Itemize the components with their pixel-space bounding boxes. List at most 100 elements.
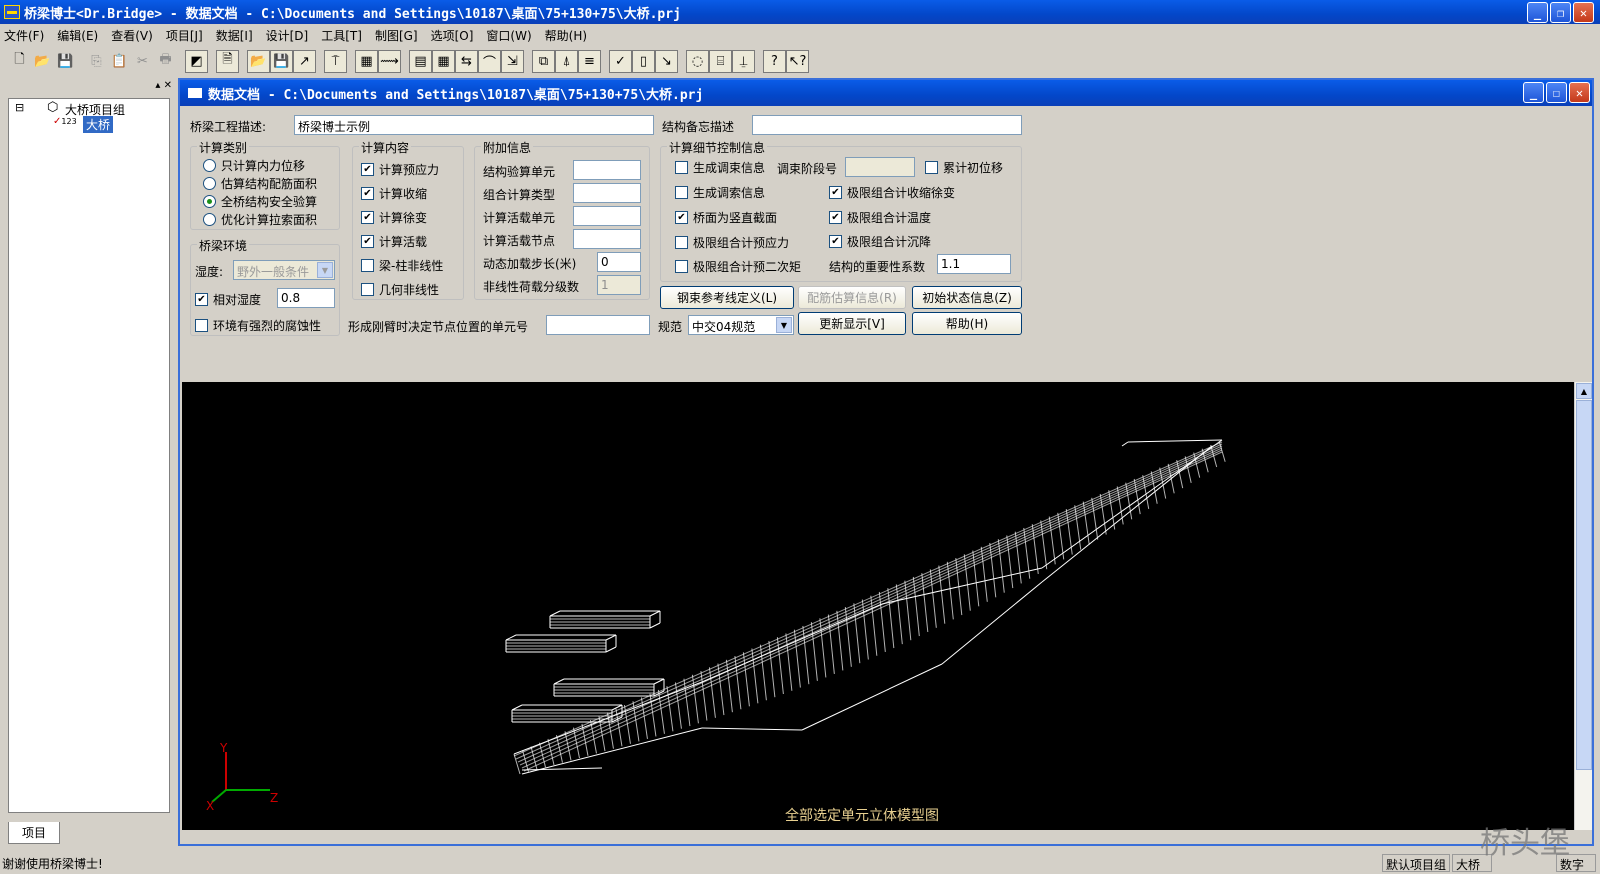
menu-edit[interactable]: 编辑(E): [57, 27, 98, 44]
calc-content-checkbox[interactable]: ✔ 计算徐变: [361, 209, 427, 226]
curve-edit-icon[interactable]: ↗: [293, 49, 316, 73]
radio-calc-internal[interactable]: 只计算内力位移: [203, 157, 305, 174]
menu-window[interactable]: 窗口(W): [486, 27, 531, 44]
menu-data[interactable]: 数据[I]: [216, 27, 253, 44]
relative-humidity-checkbox[interactable]: ✔ 相对湿度: [195, 291, 261, 308]
menu-view[interactable]: 查看(V): [111, 27, 153, 44]
calc-content-checkbox[interactable]: ✔ 计算活载: [361, 233, 427, 250]
doc-close-button[interactable]: ✕: [1569, 82, 1590, 103]
gen-tendon-checkbox[interactable]: 生成调束信息: [675, 159, 765, 176]
tower-icon[interactable]: ⍋: [555, 49, 578, 73]
help-button[interactable]: 帮助(H): [912, 312, 1022, 335]
menu-design[interactable]: 设计[D]: [266, 27, 309, 44]
lines-icon[interactable]: ≡: [578, 49, 601, 73]
extra-info-input[interactable]: [573, 183, 641, 203]
limit-temp-checkbox[interactable]: ✔ 极限组合计温度: [829, 209, 931, 226]
model-viewer[interactable]: Y X Z 全部选定单元立体模型图: [182, 382, 1574, 830]
radio-calc-safety[interactable]: 全桥结构安全验算: [203, 193, 317, 210]
extra-info-input[interactable]: [573, 206, 641, 226]
minimize-button[interactable]: _: [1527, 2, 1548, 23]
gen-cable-checkbox[interactable]: 生成调索信息: [675, 184, 765, 201]
menu-project[interactable]: 项目[J]: [166, 27, 203, 44]
section-icon[interactable]: ▤: [409, 49, 432, 73]
extra-info-label: 结构验算单元: [483, 165, 556, 179]
tendon-icon[interactable]: ⇆: [455, 49, 478, 73]
menu-tools[interactable]: 工具[T]: [321, 27, 362, 44]
pane-controls[interactable]: ▴ ✕: [155, 80, 172, 91]
rebar-icon[interactable]: ⌸: [709, 49, 732, 73]
pointer-icon[interactable]: ↘: [655, 49, 678, 73]
cantilever-input[interactable]: [546, 315, 650, 335]
restore-button[interactable]: ❐: [1550, 2, 1571, 23]
viewer-scrollbar[interactable]: ▲: [1574, 382, 1592, 830]
project-desc-input[interactable]: 桥梁博士示例: [294, 115, 654, 135]
limit-settle-checkbox[interactable]: ✔ 极限组合计沉降: [829, 233, 931, 250]
context-help-icon[interactable]: ↖?: [786, 49, 809, 73]
extra-info-input[interactable]: 1: [597, 275, 641, 295]
doc-minimize-button[interactable]: _: [1523, 82, 1544, 103]
calc-content-checkbox[interactable]: ✔ 计算预应力: [361, 161, 439, 178]
tree-item-bridge[interactable]: 大桥: [83, 116, 114, 133]
initial-state-button[interactable]: 初始状态信息(Z): [912, 286, 1022, 309]
table-icon[interactable]: ▦: [432, 49, 455, 73]
accum-disp-checkbox[interactable]: 累计初位移: [925, 159, 1003, 176]
scroll-thumb[interactable]: [1576, 400, 1592, 770]
tab-project[interactable]: 项目: [8, 822, 60, 844]
menu-file[interactable]: 文件(F): [4, 27, 44, 44]
menu-drawing[interactable]: 制图[G]: [375, 27, 418, 44]
truss-icon[interactable]: ⧉: [532, 49, 555, 73]
doc-maximize-button[interactable]: ☐: [1546, 82, 1567, 103]
corrosion-checkbox[interactable]: 环境有强烈的腐蚀性: [195, 317, 321, 334]
radio-calc-cable[interactable]: 优化计算拉索面积: [203, 211, 317, 228]
help-icon[interactable]: ?: [763, 49, 786, 73]
tendon-ref-button[interactable]: 钢束参考线定义(L): [660, 286, 794, 309]
calc-content-checkbox[interactable]: ✔ 计算收缩: [361, 185, 427, 202]
close-button[interactable]: ✕: [1573, 2, 1594, 23]
extra-info-input[interactable]: [573, 229, 641, 249]
radio-calc-rebar[interactable]: 估算结构配筋面积: [203, 175, 317, 192]
save-icon[interactable]: 💾: [54, 50, 77, 73]
load-icon[interactable]: ⇲: [501, 49, 524, 73]
importance-input[interactable]: 1.1: [937, 254, 1011, 274]
detail-control-group: 计算细节控制信息 生成调束信息 调束阶段号 累计初位移 生成调索信息 ✔ 极限组合…: [660, 139, 1022, 282]
page-icon[interactable]: ▯: [632, 49, 655, 73]
limit-secondary-checkbox[interactable]: 极限组合计预二次矩: [675, 258, 801, 275]
cut-icon[interactable]: ✂: [131, 50, 154, 73]
calc-content-checkbox[interactable]: 梁-柱非线性: [361, 257, 443, 274]
structure-icon[interactable]: ⍑: [324, 49, 347, 73]
copy-icon[interactable]: ⎘: [85, 50, 108, 73]
code-select[interactable]: 中交04规范 ▼: [688, 315, 794, 335]
limit-prestress-checkbox[interactable]: 极限组合计预应力: [675, 234, 789, 251]
bridge-view-icon[interactable]: ◩: [185, 49, 208, 73]
pier-icon[interactable]: ⍊: [732, 49, 755, 73]
doc-icon[interactable]: 🗎: [216, 49, 239, 73]
limit-shrink-checkbox[interactable]: ✔ 极限组合计收缩徐变: [829, 184, 955, 201]
disk-icon[interactable]: 💾: [270, 49, 293, 73]
new-icon[interactable]: 🗋: [8, 50, 31, 73]
paste-icon[interactable]: 📋: [108, 50, 131, 73]
extra-info-input[interactable]: 0: [597, 252, 641, 272]
menu-help[interactable]: 帮助(H): [545, 27, 587, 44]
check-edit-icon[interactable]: ✓: [609, 49, 632, 73]
scroll-up-icon[interactable]: ▲: [1576, 383, 1592, 399]
folder-open-icon[interactable]: 📂: [247, 49, 270, 73]
tree-collapse-icon[interactable]: ⊟: [15, 101, 24, 114]
circle-dots-icon[interactable]: ◌: [686, 49, 709, 73]
arc-icon[interactable]: ⌒: [478, 49, 501, 73]
deck-vertical-checkbox[interactable]: ✔ 桥面为竖直截面: [675, 209, 777, 226]
calc-content-checkbox[interactable]: 几何非线性: [361, 281, 439, 298]
refresh-button[interactable]: 更新显示[V]: [798, 312, 906, 335]
print-icon[interactable]: 🖶: [154, 50, 177, 73]
rebar-estimate-button[interactable]: 配筋估算信息(R): [798, 286, 906, 309]
humidity-select[interactable]: 野外一般条件 ▼: [233, 260, 335, 280]
extra-info-input[interactable]: [573, 160, 641, 180]
open-icon[interactable]: 📂: [31, 50, 54, 73]
memo-input[interactable]: [752, 115, 1022, 135]
relative-humidity-input[interactable]: 0.8: [277, 288, 335, 308]
beam-icon[interactable]: ⟿: [378, 49, 401, 73]
tendon-stage-input[interactable]: [845, 157, 915, 177]
checkbox-label: 计算收缩: [379, 187, 428, 201]
grid-small-icon[interactable]: ▦: [355, 49, 378, 73]
checkbox-label: 极限组合计预二次矩: [693, 260, 802, 274]
menu-options[interactable]: 选项[O]: [431, 27, 474, 44]
